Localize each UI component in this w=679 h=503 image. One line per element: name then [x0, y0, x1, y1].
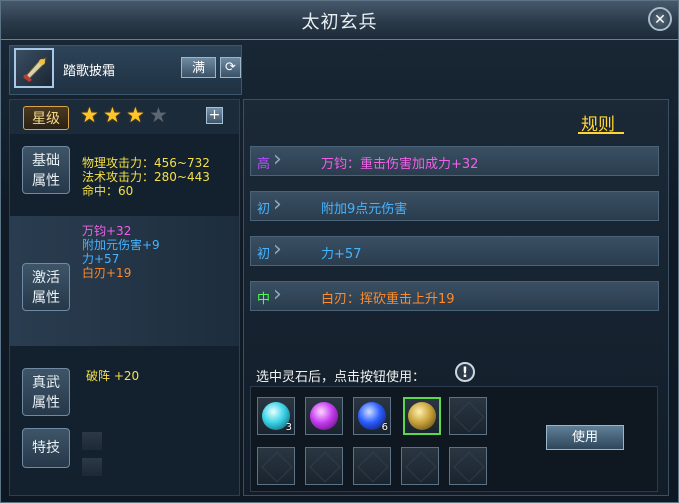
- rule-grade: 中: [257, 292, 271, 307]
- basic-attributes-section: 基础 属性 物理攻击力：456~732 法术攻击力：280~443 命中：60: [10, 136, 239, 206]
- refresh-icon[interactable]: ⟳: [220, 57, 241, 78]
- rule-grade: 初: [257, 247, 271, 262]
- item-name: 踏歌披霜: [63, 64, 116, 79]
- rule-row: 高 › 万钧：重击伤害加成力+32: [250, 146, 659, 176]
- rule-row: 初 › 附加9点元伤害: [250, 191, 659, 221]
- rule-row: 中 › 白刃：挥砍重击上升19: [250, 281, 659, 311]
- window-title: 太初玄兵: [301, 12, 378, 33]
- gem-slot-empty[interactable]: [449, 397, 487, 435]
- basic-attributes-tab[interactable]: 基础 属性: [22, 146, 70, 194]
- title-bar[interactable]: 太初玄兵 ✕: [1, 1, 678, 40]
- gem-slot-empty[interactable]: [449, 447, 487, 485]
- rule-grade: 初: [257, 202, 271, 217]
- chevron-right-icon: ›: [273, 282, 282, 307]
- basic-attr-line: 命中：60: [82, 184, 134, 198]
- activated-attr-line: 力+57: [82, 252, 120, 266]
- use-button[interactable]: 使用: [546, 425, 624, 450]
- zhenwu-attributes-section: 真武 属性 破阵 +20: [10, 362, 239, 422]
- close-icon[interactable]: ✕: [648, 7, 672, 31]
- rules-underline: [578, 132, 624, 134]
- special-skill-section: 特技: [10, 426, 239, 486]
- gem-slot-empty[interactable]: [257, 447, 295, 485]
- chevron-right-icon: ›: [273, 237, 282, 262]
- activated-attr-line: 白刃+19: [82, 266, 132, 280]
- taichu-weapon-window: 太初玄兵 ✕ 踏歌披霜 满 ⟳ 星级 ★ ★ ★ ★ + 基础 属性 物理攻击力…: [0, 0, 679, 503]
- weapon-icon[interactable]: [14, 48, 54, 88]
- rule-text: 万钧：重击伤害加成力+32: [321, 157, 479, 172]
- item-header: 踏歌披霜 满 ⟳: [9, 45, 242, 95]
- gem-slot-empty[interactable]: [401, 447, 439, 485]
- zhenwu-attributes-tab[interactable]: 真武 属性: [22, 368, 70, 416]
- activated-attributes-tab[interactable]: 激活 属性: [22, 263, 70, 311]
- rule-text: 力+57: [321, 247, 362, 262]
- max-button[interactable]: 满: [181, 57, 216, 78]
- rule-text: 白刃：挥砍重击上升19: [321, 292, 455, 307]
- star-row: 星级 ★ ★ ★ ★ +: [10, 100, 239, 134]
- special-skill-tab[interactable]: 特技: [22, 428, 70, 468]
- gem-slot-empty[interactable]: [305, 447, 343, 485]
- chevron-right-icon: ›: [273, 192, 282, 217]
- gem-hint: 选中灵石后，点击按钮使用：: [256, 370, 426, 385]
- gem-count: 6: [381, 422, 388, 433]
- attribute-panel: 星级 ★ ★ ★ ★ + 基础 属性 物理攻击力：456~732 法术攻击力：2…: [9, 99, 240, 496]
- star-level-label: 星级: [23, 106, 69, 130]
- star-filled-icon: ★: [103, 103, 122, 127]
- add-star-button[interactable]: +: [206, 107, 223, 124]
- skill-slot[interactable]: [82, 458, 102, 476]
- basic-attr-line: 法术攻击力：280~443: [82, 170, 210, 184]
- gem-count: 3: [285, 422, 292, 433]
- gem-slot-selected[interactable]: [403, 397, 441, 435]
- chevron-right-icon: ›: [273, 147, 282, 172]
- activated-attr-line: 附加元伤害+9: [82, 238, 160, 252]
- gem-slot-empty[interactable]: [353, 447, 391, 485]
- rule-row: 初 › 力+57: [250, 236, 659, 266]
- activated-attributes-section: 激活 属性 万钧+32 附加元伤害+9 力+57 白刃+19: [10, 216, 239, 346]
- info-icon[interactable]: !: [455, 362, 475, 382]
- purple-gem-icon: [310, 402, 338, 430]
- gem-slot[interactable]: [305, 397, 343, 435]
- rule-text: 附加9点元伤害: [321, 202, 408, 217]
- zhenwu-attr-value: 破阵 +20: [86, 369, 140, 383]
- star-filled-icon: ★: [126, 103, 145, 127]
- rule-grade: 高: [257, 157, 271, 172]
- gold-gem-icon: [408, 402, 436, 430]
- star-empty-icon: ★: [149, 103, 168, 127]
- gem-slot[interactable]: 6: [353, 397, 391, 435]
- basic-attr-line: 物理攻击力：456~732: [82, 156, 210, 170]
- activated-attr-line: 万钧+32: [82, 224, 132, 238]
- gem-slot[interactable]: 3: [257, 397, 295, 435]
- star-filled-icon: ★: [80, 103, 99, 127]
- skill-slot[interactable]: [82, 432, 102, 450]
